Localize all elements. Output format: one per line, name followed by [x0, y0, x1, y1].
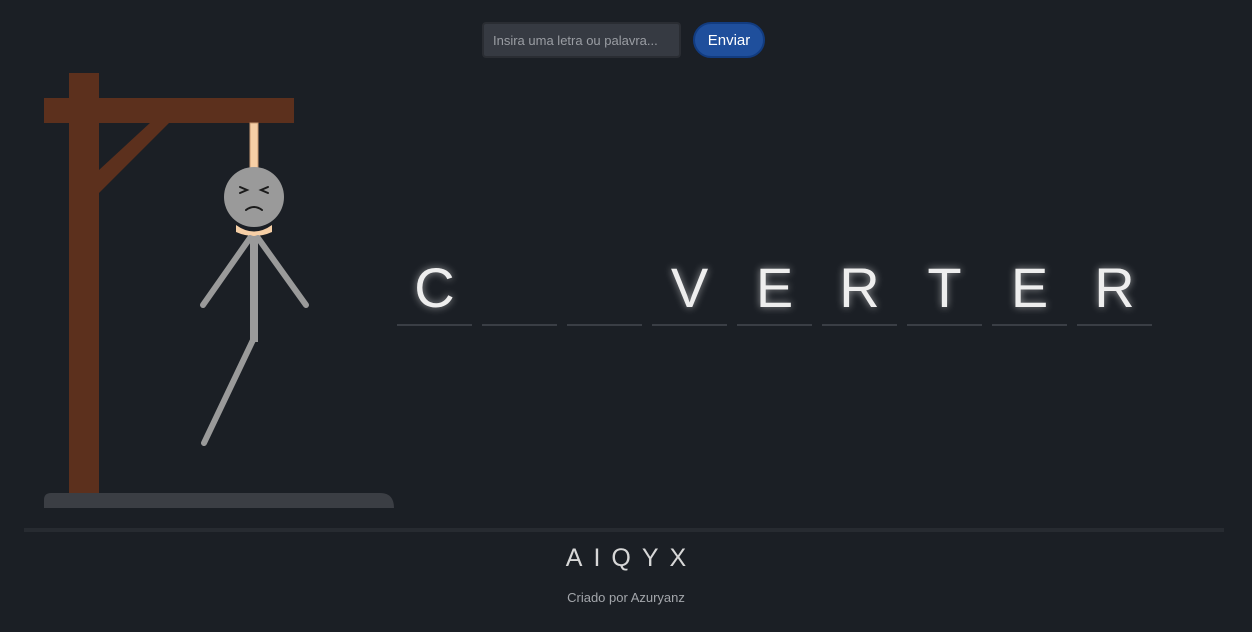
credit-text: Criado por Azuryanz — [567, 590, 685, 605]
slot-letter: R — [1094, 256, 1135, 319]
slot-letter: R — [839, 256, 880, 319]
slot-underline — [822, 324, 897, 326]
rope — [249, 122, 259, 172]
word-display: CVERTER — [397, 252, 1162, 326]
gallows-beam — [44, 98, 294, 123]
letter-slot — [482, 252, 557, 326]
slot-underline — [1077, 324, 1152, 326]
slot-underline — [737, 324, 812, 326]
divider — [24, 528, 1224, 532]
slot-underline — [567, 324, 642, 326]
letter-slot: E — [992, 252, 1067, 326]
torso — [250, 236, 258, 342]
head — [224, 167, 284, 227]
send-button[interactable]: Enviar — [693, 22, 765, 58]
slot-letter: E — [755, 256, 794, 319]
left-arm — [200, 235, 253, 308]
letter-slot: V — [652, 252, 727, 326]
gallows-post — [69, 73, 99, 493]
slot-underline — [992, 324, 1067, 326]
guess-input[interactable] — [482, 22, 681, 58]
gallows-base — [44, 493, 394, 508]
letter-slot: R — [1077, 252, 1152, 326]
slot-letter: V — [670, 256, 709, 319]
wrong-letters: AIQYX — [565, 544, 698, 572]
slot-underline — [652, 324, 727, 326]
right-arm — [255, 235, 309, 308]
slot-letter: C — [414, 256, 455, 319]
slot-underline — [482, 324, 557, 326]
game-stage: Enviar CVERTER AIQYX Criado por Azurya — [0, 0, 1252, 632]
slot-underline — [397, 324, 472, 326]
slot-letter: T — [927, 256, 962, 319]
left-leg — [201, 337, 256, 446]
letter-slot: C — [397, 252, 472, 326]
letter-slot: R — [822, 252, 897, 326]
guess-form: Enviar — [482, 22, 765, 58]
gallows-brace — [99, 122, 170, 193]
letter-slot: T — [907, 252, 982, 326]
slot-underline — [907, 324, 982, 326]
letter-slot: E — [737, 252, 812, 326]
hangman-figure — [44, 73, 394, 508]
slot-letter: E — [1010, 256, 1049, 319]
letter-slot — [567, 252, 642, 326]
